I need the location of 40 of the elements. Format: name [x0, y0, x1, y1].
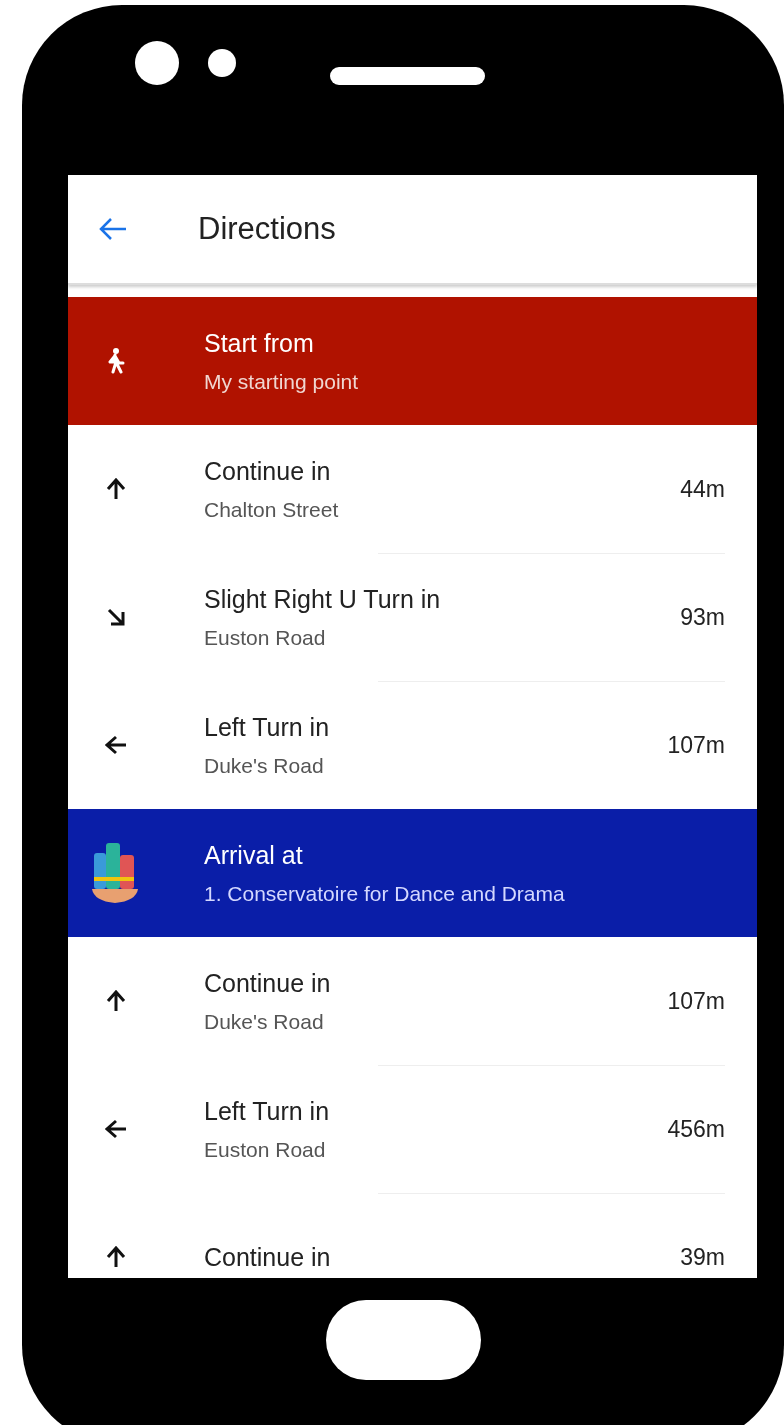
left-arrow-icon — [105, 1119, 127, 1139]
step-title: Left Turn in — [204, 1096, 331, 1126]
up-arrow-icon — [106, 990, 126, 1012]
sensor-dot — [208, 49, 236, 77]
walking-person-icon — [107, 348, 125, 374]
screen-title: Directions — [198, 211, 336, 247]
direction-row[interactable]: Left Turn in Duke's Road 107m — [68, 681, 757, 809]
step-title: Continue in — [204, 968, 332, 998]
distance: 456m — [667, 1115, 725, 1143]
direction-row[interactable]: Continue in 39m — [68, 1193, 757, 1278]
down-right-arrow-icon — [107, 608, 125, 626]
step-title: Continue in — [204, 456, 332, 486]
step-title: Slight Right U Turn in — [204, 584, 442, 614]
distance: 107m — [667, 731, 725, 759]
direction-row[interactable]: Continue in Duke's Road 107m — [68, 937, 757, 1065]
up-arrow-icon — [106, 478, 126, 500]
up-arrow-icon — [106, 1246, 126, 1268]
street-name: Chalton Street — [204, 497, 340, 522]
step-title: Left Turn in — [204, 712, 331, 742]
direction-row[interactable]: Arrival at 1. Conservatoire for Dance and Drama — [68, 809, 757, 937]
back-arrow-icon — [98, 217, 128, 241]
distance: 93m — [680, 603, 725, 631]
street-name: Euston Road — [204, 625, 327, 650]
street-name: Duke's Road — [204, 753, 325, 778]
street-name: Duke's Road — [204, 1009, 325, 1034]
street-name: Euston Road — [204, 1137, 327, 1162]
street-name: 1. Conservatoire for Dance and Drama — [204, 881, 566, 906]
direction-row[interactable]: Slight Right U Turn in Euston Road 93m — [68, 553, 757, 681]
distance: 107m — [667, 987, 725, 1015]
direction-row[interactable]: Left Turn in Euston Road 456m — [68, 1065, 757, 1193]
left-arrow-icon — [105, 735, 127, 755]
distance: 44m — [680, 475, 725, 503]
step-title: Start from — [204, 328, 315, 358]
step-title: Continue in — [204, 1242, 332, 1272]
distance: 39m — [680, 1243, 725, 1271]
direction-row[interactable]: Continue in Chalton Street 44m — [68, 425, 757, 553]
step-title: Arrival at — [204, 840, 304, 870]
direction-row[interactable]: Start from My starting point — [68, 297, 757, 425]
camera-dot — [135, 41, 179, 85]
street-name: My starting point — [204, 369, 360, 394]
